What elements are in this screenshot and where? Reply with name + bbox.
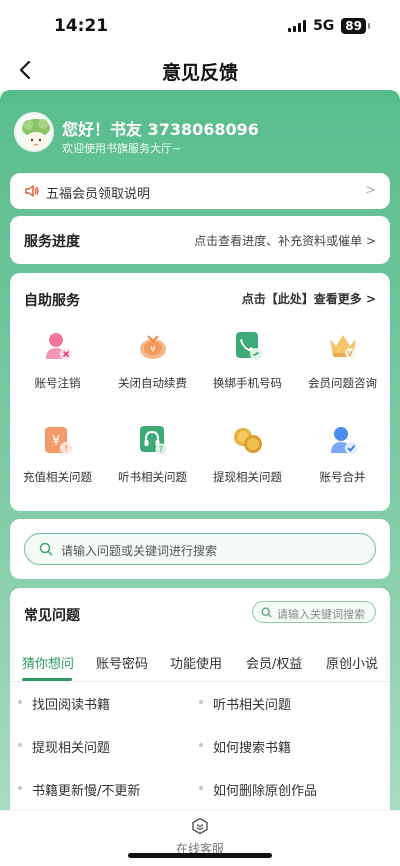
svg-text:!: ! [64,444,67,453]
tab-guess[interactable]: 猜你想问 [22,653,74,672]
faq-tabs: 猜你想问 账号密码 功能使用 会员/权益 原创小说 [10,648,390,682]
phone-rebind-icon [236,332,262,360]
tab-original-novels[interactable]: 原创小说 [326,653,378,672]
self-service-more-link[interactable]: 点击【此处】查看更多 > [242,290,376,307]
faq-search-placeholder: 请输入关键词搜索 [277,608,365,621]
faq-item[interactable]: 如何删除原创作品 [198,780,317,799]
chevron-left-icon [19,60,31,80]
self-service-card: 自助服务 点击【此处】查看更多 > 账号注销 ¥ 关闭自动续费 换绑手机号码 V… [10,273,390,511]
service-recharge[interactable]: ¥ ! 充值相关问题 [10,419,105,499]
active-tab-indicator [22,678,72,681]
service-phone-rebind[interactable]: 换绑手机号码 [200,325,295,405]
battery-icon: 89 [341,18,370,34]
page-title: 意见反馈 [161,62,238,84]
faq-search-input[interactable]: 请输入关键词搜索 [252,601,376,623]
faq-item[interactable]: 提现相关问题 [17,737,110,756]
signal-icon [288,20,307,32]
service-progress-card[interactable]: 服务进度 点击查看进度、补充资料或催单 > [10,216,390,264]
service-label: 听书相关问题 [118,470,187,484]
back-button[interactable] [14,58,38,82]
faq-item[interactable]: 找回阅读书籍 [17,694,110,713]
svg-text:?: ? [159,445,163,454]
headphones-icon: ? [140,426,167,455]
tab-membership[interactable]: 会员/权益 [246,653,302,672]
service-audiobook[interactable]: ? 听书相关问题 [105,419,200,499]
account-merge-icon [331,427,357,454]
welcome-text: 欢迎使用书旗服务大厅~ [62,142,182,155]
avatar-character-icon [16,114,52,150]
search-icon [39,542,53,556]
service-label: 关闭自动续费 [118,376,187,390]
self-service-grid: 账号注销 ¥ 关闭自动续费 换绑手机号码 V 会员问题咨询 ¥ ! 充值相关问题… [10,325,390,499]
network-type: 5G [313,18,335,34]
user-info: 您好！书友 3738068096 欢迎使用书旗服务大厅~ [14,112,386,156]
svg-text:¥: ¥ [150,345,155,354]
home-indicator [128,853,272,858]
search-input[interactable]: 请输入问题或关键词进行搜索 [24,533,376,565]
service-label: 充值相关问题 [23,470,92,484]
service-label: 账号合并 [319,470,366,484]
status-indicators: 5G 89 [288,18,370,34]
faq-item[interactable]: 听书相关问题 [198,694,291,713]
tab-account-password[interactable]: 账号密码 [96,653,148,672]
search-card: 请输入问题或关键词进行搜索 [10,519,390,579]
nav-bar: 意见反馈 [0,52,400,90]
customer-service-icon [192,817,208,835]
status-time: 14:21 [54,16,109,36]
recharge-icon: ¥ ! [45,427,72,454]
service-vip-consult[interactable]: V 会员问题咨询 [295,325,390,405]
faq-item[interactable]: 书籍更新慢/不更新 [17,780,140,799]
notice-text: 五福会员领取说明 [46,187,151,202]
service-withdraw[interactable]: 提现相关问题 [200,419,295,499]
search-icon [261,607,272,618]
user-greeting: 您好！书友 3738068096 [62,120,259,139]
vip-crown-icon: V [330,335,356,358]
svg-text:V: V [348,350,353,358]
coins-icon [234,428,262,453]
speaker-icon [25,185,39,197]
progress-title: 服务进度 [24,234,80,250]
faq-item[interactable]: 如何搜索书籍 [198,737,291,756]
service-auto-renew-off[interactable]: ¥ 关闭自动续费 [105,325,200,405]
svg-text:¥: ¥ [52,434,60,449]
search-placeholder: 请输入问题或关键词进行搜索 [61,544,218,558]
chevron-right-icon: > [365,183,376,198]
service-label: 换绑手机号码 [213,376,282,390]
service-label: 会员问题咨询 [308,376,377,390]
service-account-merge[interactable]: 账号合并 [295,419,390,499]
service-label: 提现相关问题 [213,470,282,484]
avatar[interactable] [14,112,54,152]
account-cancel-icon [46,333,72,360]
faq-card: 常见问题 请输入关键词搜索 猜你想问 账号密码 功能使用 会员/权益 原创小说 … [10,588,390,828]
service-account-cancel[interactable]: 账号注销 [10,325,105,405]
tab-features[interactable]: 功能使用 [170,653,222,672]
auto-renew-off-icon: ¥ [140,335,166,359]
vip-notice-banner[interactable]: 五福会员领取说明 > [10,173,390,209]
self-service-title: 自助服务 [24,293,80,309]
service-label: 账号注销 [34,376,81,390]
status-bar: 14:21 5G 89 [0,0,400,52]
progress-link[interactable]: 点击查看进度、补充资料或催单 > [194,232,376,249]
faq-title: 常见问题 [24,608,80,624]
